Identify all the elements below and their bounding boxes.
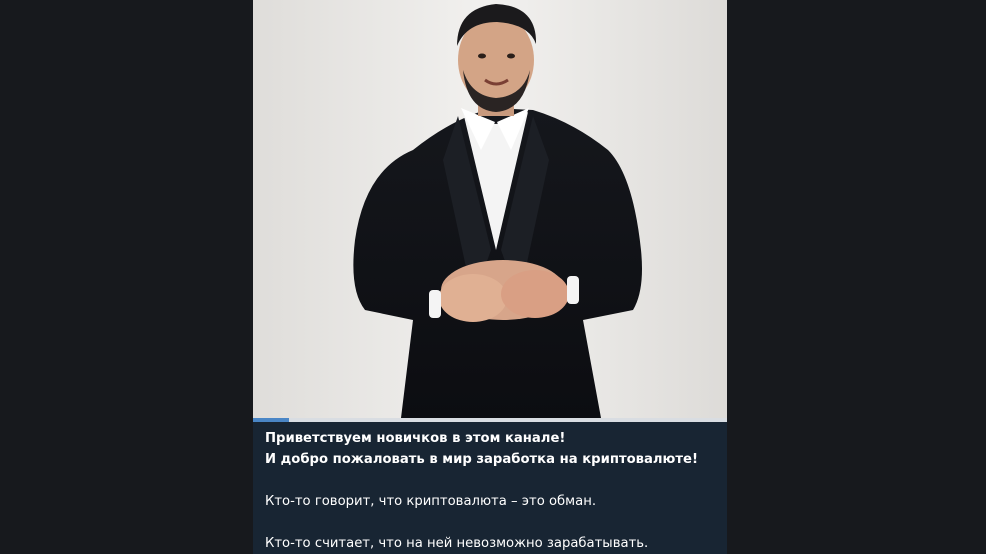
post-caption: Приветствуем новичков в этом канале! И д… (265, 428, 720, 554)
caption-line-scam: Кто-то говорит, что криптовалюта – это о… (265, 494, 597, 509)
caption-line-welcome: И добро пожаловать в мир заработка на кр… (265, 452, 698, 467)
caption-line-impossible: Кто-то считает, что на ней невозможно за… (265, 536, 649, 551)
caption-line-greeting: Приветствуем новичков в этом канале! (265, 431, 566, 446)
chat-view: Приветствуем новичков в этом канале! И д… (0, 0, 986, 554)
video-progress-fill (253, 418, 289, 422)
presenter-video-frame (253, 0, 727, 418)
video-player[interactable] (253, 0, 727, 418)
video-progress-bar[interactable] (253, 418, 727, 422)
channel-post: Приветствуем новичков в этом канале! И д… (253, 0, 727, 554)
